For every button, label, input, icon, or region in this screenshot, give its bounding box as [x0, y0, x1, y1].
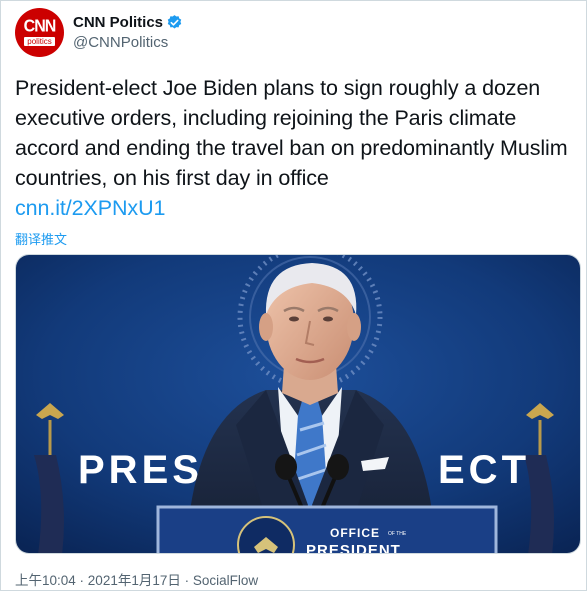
verified-badge-icon: [166, 14, 183, 31]
photo-scene: PRES ECT OFFICE OF THE PRESIDENT: [16, 255, 580, 554]
avatar[interactable]: CNN politics: [15, 7, 64, 57]
tweet-meta: 上午10:04 · 2021年1月17日 · SocialFlow: [15, 569, 258, 589]
tweet-card: CNN politics CNN Politics @CNNPolitics P…: [0, 0, 587, 591]
meta-separator: ·: [75, 573, 88, 588]
backdrop-text-right: ECT: [438, 448, 530, 492]
tweet-text: President-elect Joe Biden plans to sign …: [15, 76, 568, 190]
podium-of-the-text: OF THE: [388, 531, 407, 537]
account-names: CNN Politics @CNNPolitics: [73, 14, 183, 51]
tweet-date[interactable]: 2021年1月17日: [88, 573, 181, 588]
podium-president-text: PRESIDENT: [306, 542, 401, 554]
display-name[interactable]: CNN Politics: [73, 14, 163, 31]
podium-office-text: OFFICE: [330, 526, 380, 540]
podium: OFFICE OF THE PRESIDENT: [156, 505, 498, 554]
tweet-text-block: President-elect Joe Biden plans to sign …: [15, 73, 577, 223]
name-row: CNN Politics: [73, 14, 183, 31]
tweet-photo[interactable]: PRES ECT OFFICE OF THE PRESIDENT: [15, 254, 581, 554]
tweet-header: CNN politics CNN Politics @CNNPolitics: [15, 7, 183, 57]
avatar-logo: CNN: [23, 16, 57, 36]
tweet-source[interactable]: SocialFlow: [193, 573, 258, 588]
avatar-sub: politics: [24, 36, 55, 46]
tweet-link[interactable]: cnn.it/2XPNxU1: [15, 193, 577, 223]
translate-tweet-link[interactable]: 翻译推文: [15, 229, 67, 248]
backdrop-text-left: PRES: [78, 448, 203, 492]
meta-separator-2: ·: [180, 573, 193, 588]
account-handle[interactable]: @CNNPolitics: [73, 34, 183, 51]
tweet-time[interactable]: 上午10:04: [15, 573, 76, 588]
